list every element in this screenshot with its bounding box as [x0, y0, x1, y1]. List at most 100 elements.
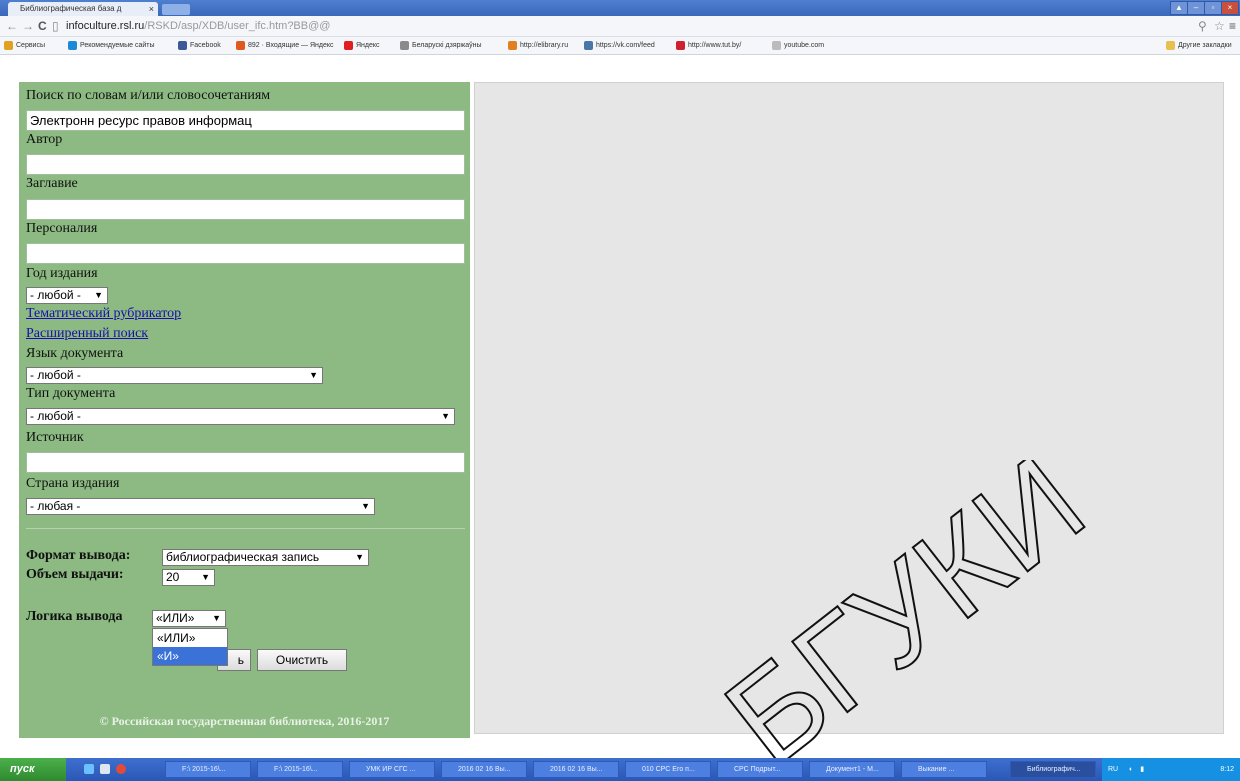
- year-label: Год издания: [26, 266, 98, 281]
- folder-icon: [1166, 40, 1175, 50]
- logic-dropdown-list: «ИЛИ» «И»: [152, 628, 228, 666]
- country-label: Страна издания: [26, 476, 120, 491]
- quicklaunch-opera-icon[interactable]: [116, 764, 126, 774]
- bookmark-recommended[interactable]: Рекомендуемые сайты: [68, 37, 154, 54]
- other-bookmarks[interactable]: Другие закладки: [1166, 37, 1232, 54]
- bookmark-apps[interactable]: Сервисы: [4, 37, 45, 54]
- address-bar[interactable]: infoculture.rsl.ru/RSKD/asp/XDB/user_ifc…: [66, 19, 966, 33]
- window-minimize-button[interactable]: –: [1187, 1, 1205, 15]
- network-icon[interactable]: ▮: [1140, 766, 1144, 773]
- bookmark-facebook[interactable]: Facebook: [178, 37, 221, 54]
- taskbar-item[interactable]: 2016 02 16 Вы...: [441, 761, 527, 778]
- forward-arrow-icon[interactable]: →: [22, 19, 34, 33]
- reload-icon[interactable]: C: [38, 19, 47, 33]
- volume-label: Объем выдачи:: [26, 567, 124, 582]
- system-tray: RU ◖ ▮ 8:12: [1102, 758, 1240, 781]
- taskbar-item-active[interactable]: Библиографич...: [1010, 761, 1096, 778]
- bookmarks-bar: Сервисы Рекомендуемые сайты Facebook 892…: [0, 37, 1240, 55]
- browser-tab-bar: Библиографическая база д × ▲ – ▫ ×: [0, 0, 1240, 16]
- bookmark-yandex[interactable]: Яндекс: [344, 37, 380, 54]
- tab-title: Библиографическая база д: [20, 4, 122, 13]
- start-button[interactable]: пуск: [0, 758, 66, 781]
- bookmark-icon: [68, 40, 77, 50]
- facebook-icon: [178, 40, 187, 50]
- new-tab-button[interactable]: [162, 4, 190, 15]
- university-icon: [400, 40, 409, 50]
- bookmark-vk[interactable]: https://vk.com/feed: [584, 37, 655, 54]
- logic-label: Логика вывода: [26, 609, 123, 624]
- window-up-button[interactable]: ▲: [1170, 1, 1188, 15]
- language-indicator[interactable]: RU: [1108, 766, 1118, 773]
- back-arrow-icon[interactable]: ←: [6, 19, 18, 33]
- author-label: Автор: [26, 132, 63, 147]
- results-panel: [474, 82, 1224, 734]
- doctype-label: Тип документа: [26, 386, 116, 401]
- vk-icon: [584, 40, 593, 50]
- taskbar-item[interactable]: F:\ 2015-16\...: [257, 761, 343, 778]
- dropdown-arrow-icon: ▼: [361, 501, 370, 511]
- clock: 8:12: [1220, 766, 1234, 773]
- zoom-icon[interactable]: ⚲: [1198, 19, 1207, 33]
- format-select[interactable]: библиографическая запись ▼: [162, 549, 369, 566]
- star-icon[interactable]: ☆: [1214, 19, 1225, 33]
- logic-select[interactable]: «ИЛИ» ▼: [152, 610, 226, 627]
- tutby-icon: [676, 40, 685, 50]
- language-select[interactable]: - любой - ▼: [26, 367, 323, 384]
- doctype-select[interactable]: - любой - ▼: [26, 408, 455, 425]
- taskbar-item[interactable]: Выкание ...: [901, 761, 987, 778]
- taskbar-item[interactable]: УМК ИР СГС ...: [349, 761, 435, 778]
- url-host: infoculture.rsl.ru: [66, 20, 145, 32]
- divider: [26, 528, 465, 529]
- menu-icon[interactable]: ≡: [1229, 19, 1236, 33]
- taskbar-item[interactable]: 2016 02 16 Вы...: [533, 761, 619, 778]
- keywords-input[interactable]: Электронн ресурс правов информац: [26, 110, 465, 131]
- url-path: /RSKD/asp/XDB/user_ifc.htm?BB@@: [144, 20, 331, 32]
- rubricator-link[interactable]: Тематический рубрикатор: [26, 306, 181, 322]
- dropdown-arrow-icon: ▼: [212, 613, 221, 623]
- volume-select[interactable]: 20 ▼: [162, 569, 215, 586]
- tab-close-icon[interactable]: ×: [149, 2, 154, 16]
- bookmark-elibrary[interactable]: http://elibrary.ru: [508, 37, 568, 54]
- taskbar-item[interactable]: F:\ 2015-16\...: [165, 761, 251, 778]
- elibrary-icon: [508, 40, 517, 50]
- window-close-button[interactable]: ×: [1221, 1, 1239, 15]
- clear-button[interactable]: Очистить: [257, 649, 347, 671]
- country-select[interactable]: - любая - ▼: [26, 498, 375, 515]
- year-select[interactable]: - любой - ▼: [26, 287, 108, 304]
- bookmark-university[interactable]: Беларускі дзяржаўны: [400, 37, 481, 54]
- author-input[interactable]: [26, 154, 465, 175]
- format-label: Формат вывода:: [26, 548, 131, 563]
- bookmark-mail[interactable]: 892 · Входящие — Яндекс: [236, 37, 334, 54]
- title-label: Заглавие: [26, 176, 78, 191]
- window-maximize-button[interactable]: ▫: [1204, 1, 1222, 15]
- bookmark-tutby[interactable]: http://www.tut.by/: [676, 37, 741, 54]
- advanced-search-link[interactable]: Расширенный поиск: [26, 326, 148, 342]
- taskbar: пуск F:\ 2015-16\... F:\ 2015-16\... УМК…: [0, 758, 1240, 781]
- person-input[interactable]: [26, 243, 465, 264]
- source-input[interactable]: [26, 452, 465, 473]
- page-icon: [772, 40, 781, 50]
- page-icon: ▯: [52, 19, 59, 33]
- dropdown-arrow-icon: ▼: [309, 370, 318, 380]
- taskbar-item[interactable]: СРС Подрыт...: [717, 761, 803, 778]
- title-input[interactable]: [26, 199, 465, 220]
- volume-icon[interactable]: ◖: [1128, 766, 1132, 773]
- dropdown-arrow-icon: ▼: [355, 552, 364, 562]
- keywords-label: Поиск по словам и/или словосочетаниям: [26, 88, 271, 103]
- bookmark-youtube[interactable]: youtube.com: [772, 37, 824, 54]
- browser-nav-bar: ← → C ▯ infoculture.rsl.ru/RSKD/asp/XDB/…: [0, 16, 1240, 37]
- yandex-icon: [344, 40, 353, 50]
- language-label: Язык документа: [26, 346, 124, 361]
- dropdown-arrow-icon: ▼: [441, 411, 450, 421]
- logic-option-or[interactable]: «ИЛИ»: [153, 629, 227, 647]
- quicklaunch-browser-icon[interactable]: [84, 764, 94, 774]
- dropdown-arrow-icon: ▼: [201, 572, 210, 582]
- apps-icon: [4, 40, 13, 50]
- taskbar-item[interactable]: Документ1 - M...: [809, 761, 895, 778]
- browser-tab[interactable]: Библиографическая база д ×: [8, 2, 158, 16]
- logic-option-and[interactable]: «И»: [153, 647, 227, 665]
- quicklaunch-desktop-icon[interactable]: [100, 764, 110, 774]
- taskbar-item[interactable]: 010 СРС Его п...: [625, 761, 711, 778]
- copyright-footer: © Российская государственная библиотека,…: [99, 714, 390, 728]
- person-label: Персоналия: [26, 221, 98, 236]
